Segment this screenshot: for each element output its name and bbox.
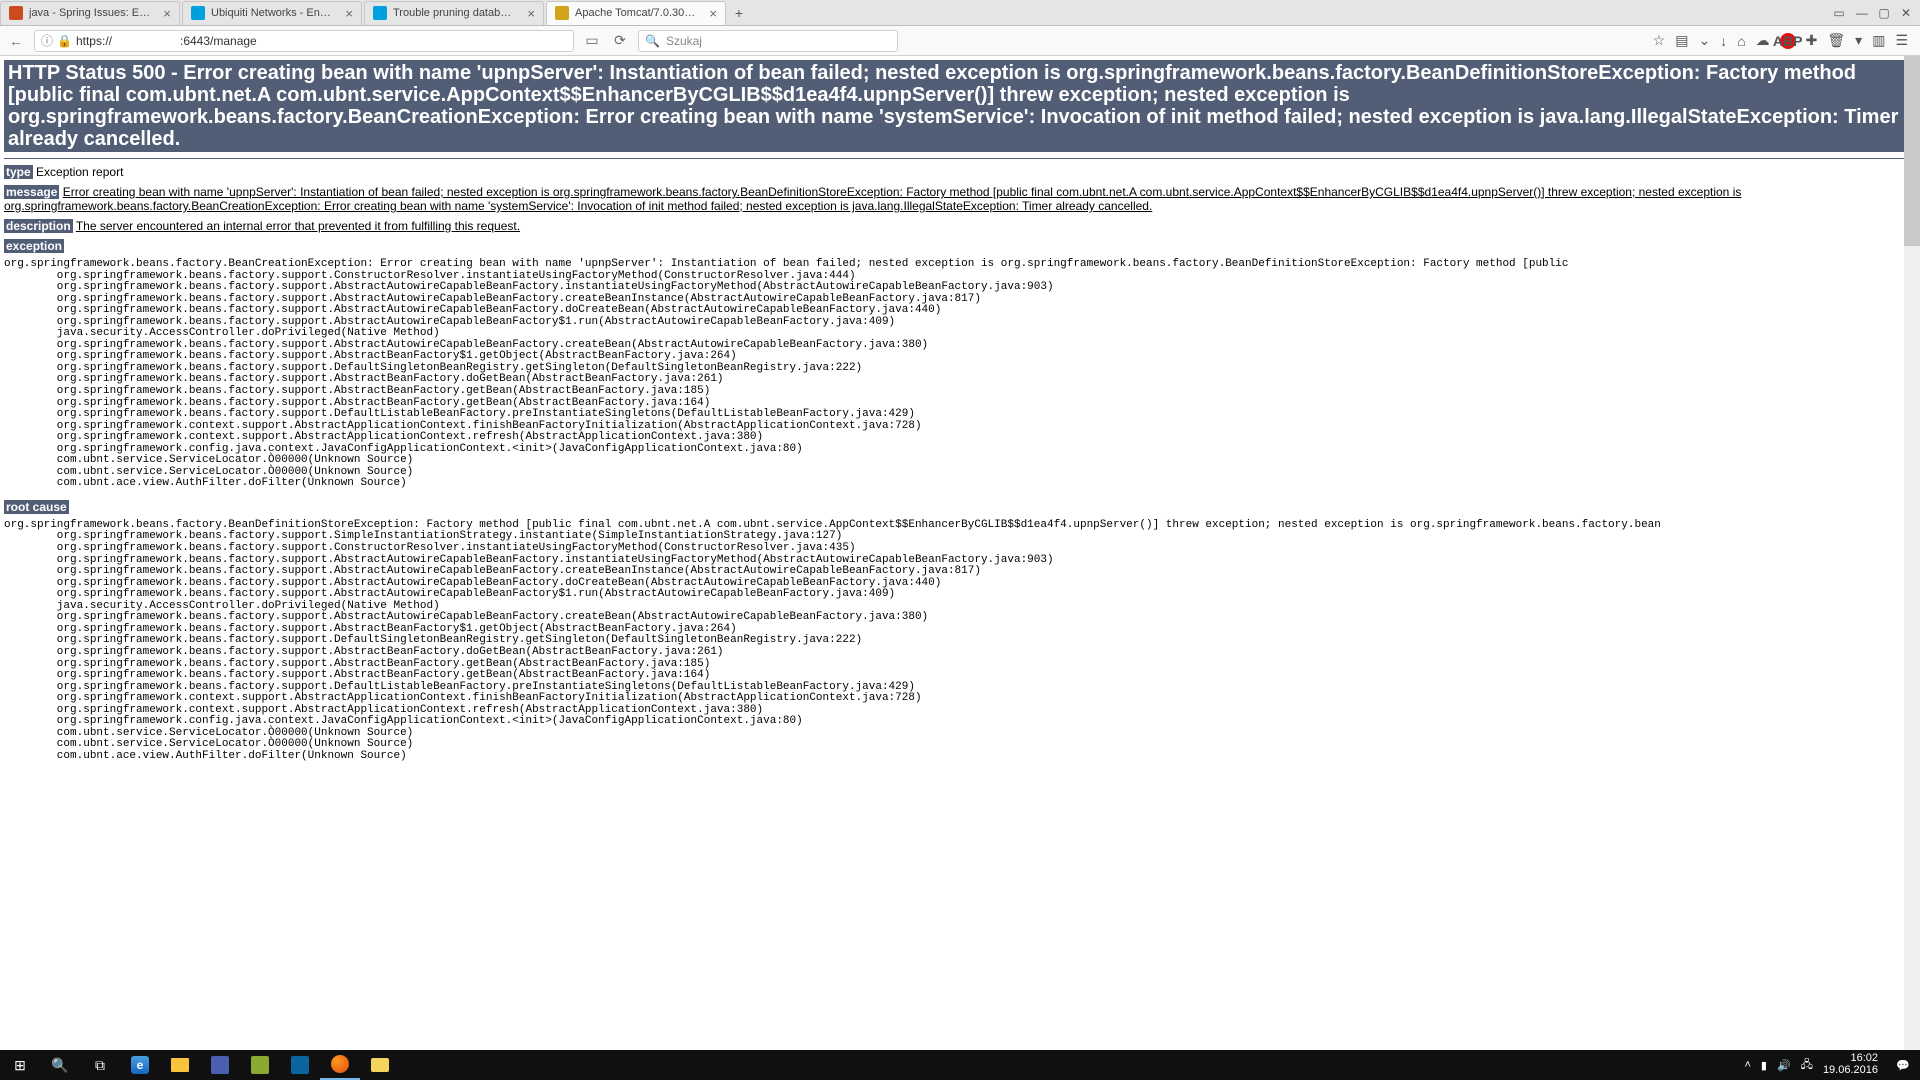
exception-row: exception (4, 239, 1916, 253)
description-label: description (4, 219, 73, 233)
tray-volume-icon[interactable]: 🔊 (1777, 1059, 1791, 1072)
exception-stack: org.springframework.beans.factory.BeanCr… (4, 259, 1916, 490)
home-icon[interactable]: ⌂ (1737, 33, 1745, 49)
favicon-icon (373, 6, 387, 20)
task-view-button[interactable]: ⧉ (80, 1050, 120, 1080)
address-bar: ← ⓘ 🔒 https:// :6443/manage ▭ ⟳ 🔍 Szukaj… (0, 26, 1920, 56)
folder-icon (171, 1058, 189, 1072)
new-tab-button[interactable]: + (728, 2, 750, 24)
error-heading: HTTP Status 500 - Error creating bean wi… (4, 60, 1916, 152)
toolbar-icons: ☆ ▤ ⌄ ↓ ⌂ ☁ ABP ✚ 🗑 ▾ ▥ ☰ (1653, 32, 1914, 49)
system-clock[interactable]: 16:02 19.06.2016 (1823, 1053, 1882, 1076)
root-cause-row: root cause (4, 500, 1916, 514)
firefox-icon (331, 1055, 349, 1073)
tab-label: Ubiquiti Networks - Enter... (211, 7, 333, 19)
taskbar-app-firefox[interactable] (320, 1050, 360, 1080)
tab-label: java - Spring Issues: Error ... (29, 7, 151, 19)
close-icon[interactable]: × (709, 6, 717, 21)
taskbar-app-explorer[interactable] (160, 1050, 200, 1080)
downloads-icon[interactable]: ↓ (1720, 33, 1727, 49)
error-message-row: message Error creating bean with name 'u… (4, 185, 1916, 213)
sync-icon[interactable]: ☁ (1756, 32, 1770, 49)
tab-label: Apache Tomcat/7.0.30 - E... (575, 7, 697, 19)
tray-chevron-up-icon[interactable]: ˄ (1744, 1059, 1750, 1071)
chevron-down-icon[interactable]: ▾ (1855, 32, 1862, 49)
error-type-row: type Exception report (4, 165, 1916, 179)
browser-tab[interactable]: Trouble pruning database ... × (364, 1, 544, 25)
root-cause-label: root cause (4, 500, 69, 514)
url-input[interactable]: ⓘ 🔒 https:// :6443/manage (34, 30, 574, 52)
browser-tab[interactable]: Ubiquiti Networks - Enter... × (182, 1, 362, 25)
close-icon[interactable]: × (345, 6, 353, 21)
extension-icon[interactable]: ✚ (1806, 32, 1818, 49)
type-value: Exception report (36, 165, 123, 179)
sidebar-icon[interactable]: ▥ (1872, 32, 1885, 49)
tab-label: Trouble pruning database ... (393, 7, 515, 19)
scrollbar-thumb[interactable] (1904, 56, 1920, 246)
error-description-row: description The server encountered an in… (4, 219, 1916, 233)
message-label: message (4, 185, 59, 199)
browser-tab-active[interactable]: Apache Tomcat/7.0.30 - E... × (546, 1, 726, 25)
windows-taskbar: ⊞ 🔍 ⧉ e ˄ ▮ 🔊 🖧 16:02 19.06.2016 💬 (0, 1050, 1920, 1080)
taskbar-app-notes[interactable] (360, 1050, 400, 1080)
lock-icon: 🔒 (57, 34, 72, 48)
favicon-icon (555, 6, 569, 20)
search-icon: 🔍 (645, 34, 660, 48)
window-decoration-icon[interactable]: ▭ (1828, 4, 1850, 22)
tray-language-icon[interactable]: 🖧 (1801, 1056, 1813, 1075)
close-window-icon[interactable]: ✕ (1896, 4, 1916, 22)
search-button[interactable]: 🔍 (40, 1050, 80, 1080)
search-input[interactable]: 🔍 Szukaj (638, 30, 898, 52)
root-cause-stack: org.springframework.beans.factory.BeanDe… (4, 520, 1916, 762)
taskbar-app[interactable] (240, 1050, 280, 1080)
clock-date: 19.06.2016 (1823, 1065, 1878, 1077)
minimize-icon[interactable]: — (1852, 4, 1872, 22)
library-icon[interactable]: ▤ (1675, 32, 1688, 49)
vertical-scrollbar[interactable] (1904, 56, 1920, 1050)
taskbar-app-outlook[interactable] (280, 1050, 320, 1080)
browser-tab[interactable]: java - Spring Issues: Error ... × (0, 1, 180, 25)
start-button[interactable]: ⊞ (0, 1050, 40, 1080)
notes-icon (371, 1058, 389, 1072)
tab-strip: java - Spring Issues: Error ... × Ubiqui… (0, 0, 1920, 26)
page-content: HTTP Status 500 - Error creating bean wi… (0, 56, 1920, 1050)
maximize-icon[interactable]: ▢ (1874, 4, 1894, 22)
divider (4, 158, 1916, 159)
taskbar-app[interactable] (200, 1050, 240, 1080)
menu-icon[interactable]: ☰ (1895, 32, 1908, 49)
url-path: :6443/manage (180, 34, 257, 48)
action-center-icon[interactable]: 💬 (1892, 1059, 1914, 1072)
extension-icon[interactable]: 🗑 (1827, 32, 1845, 49)
message-value: Error creating bean with name 'upnpServe… (4, 185, 1741, 213)
back-button[interactable]: ← (6, 31, 26, 51)
close-icon[interactable]: × (527, 6, 535, 21)
exception-label: exception (4, 239, 64, 253)
description-value: The server encountered an internal error… (76, 219, 520, 233)
pocket-icon[interactable]: ⌄ (1698, 32, 1710, 49)
identity-icon[interactable]: ⓘ (41, 32, 53, 49)
close-icon[interactable]: × (163, 6, 171, 21)
url-scheme: https:// (76, 34, 112, 48)
disk-icon (211, 1056, 229, 1074)
reload-button[interactable]: ⟳ (610, 32, 630, 49)
reader-view-icon[interactable]: ▭ (582, 31, 602, 51)
taskbar-app-edge[interactable]: e (120, 1050, 160, 1080)
tray-network-icon[interactable]: ▮ (1761, 1059, 1767, 1072)
adblock-icon[interactable]: ABP (1780, 33, 1796, 49)
app-icon (251, 1056, 269, 1074)
bookmark-star-icon[interactable]: ☆ (1653, 32, 1666, 49)
type-label: type (4, 165, 33, 179)
favicon-icon (9, 6, 23, 20)
outlook-icon (291, 1056, 309, 1074)
search-placeholder: Szukaj (666, 34, 702, 48)
edge-icon: e (131, 1056, 149, 1074)
window-controls: ▭ — ▢ ✕ (1828, 4, 1920, 22)
favicon-icon (191, 6, 205, 20)
